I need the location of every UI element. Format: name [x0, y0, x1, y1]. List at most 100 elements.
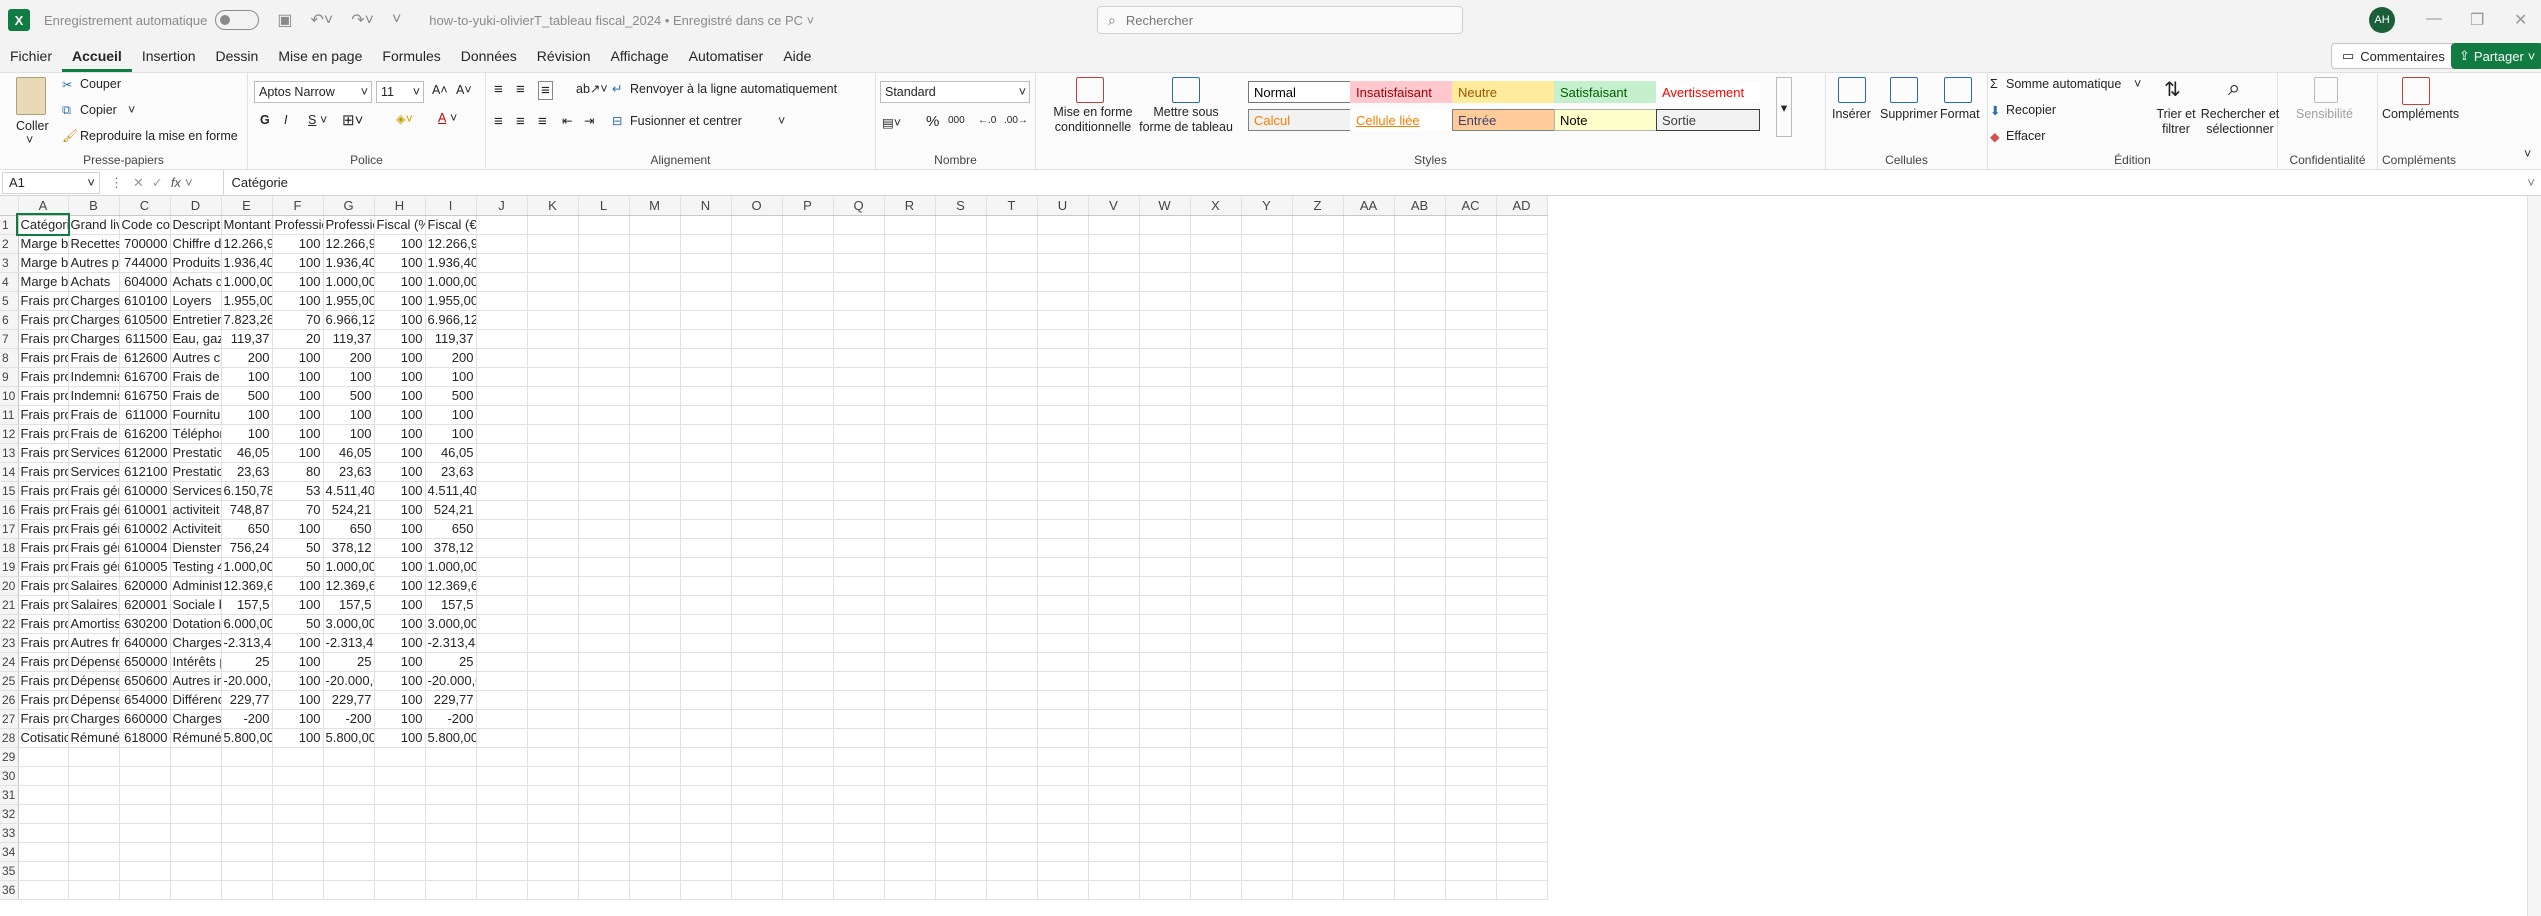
cell[interactable] [680, 386, 732, 406]
cell[interactable] [1139, 633, 1191, 653]
cell[interactable] [782, 386, 834, 406]
cell[interactable] [578, 481, 630, 501]
cell[interactable] [782, 329, 834, 349]
cell[interactable] [476, 386, 528, 406]
cell[interactable] [1496, 804, 1548, 824]
cell[interactable] [1190, 405, 1242, 425]
cell[interactable] [629, 215, 681, 235]
autosum-button[interactable]: Somme automatique [2006, 77, 2121, 91]
cell[interactable] [1445, 690, 1497, 710]
cell[interactable]: 6.000,00 [221, 614, 273, 634]
cell[interactable]: Différences d [170, 690, 222, 710]
cell[interactable]: 500 [323, 386, 375, 406]
cell[interactable] [476, 595, 528, 615]
cell[interactable] [527, 823, 579, 843]
cell[interactable] [782, 785, 834, 805]
cell[interactable] [1037, 614, 1089, 634]
cell[interactable] [935, 367, 987, 387]
cell[interactable] [680, 823, 732, 843]
cell[interactable]: 3.000,00 [425, 614, 477, 634]
cell[interactable]: 100 [374, 443, 426, 463]
cell[interactable] [731, 747, 783, 767]
cell[interactable] [1139, 652, 1191, 672]
cell[interactable] [1088, 595, 1140, 615]
cell[interactable]: 23,63 [425, 462, 477, 482]
cell[interactable]: Rémunératio [170, 728, 222, 748]
cell[interactable] [476, 804, 528, 824]
cell[interactable] [1088, 652, 1140, 672]
cell[interactable] [935, 880, 987, 900]
cell[interactable] [833, 519, 885, 539]
cell[interactable] [1190, 386, 1242, 406]
tab-dessin[interactable]: Dessin [206, 40, 269, 72]
cell[interactable] [1037, 519, 1089, 539]
cut-button[interactable]: Couper [80, 77, 121, 91]
cell[interactable] [1088, 443, 1140, 463]
cell[interactable] [1445, 386, 1497, 406]
cell[interactable]: 610004 [119, 538, 171, 558]
cell[interactable]: Testing 4 [170, 557, 222, 577]
cell[interactable]: 100 [323, 367, 375, 387]
cell[interactable] [1241, 861, 1293, 881]
cell[interactable] [884, 291, 936, 311]
cell[interactable]: Catégorie [16, 213, 70, 236]
cell[interactable]: Prestations s [170, 443, 222, 463]
cell[interactable]: 100 [221, 424, 273, 444]
cell[interactable] [986, 690, 1038, 710]
cell[interactable] [1088, 557, 1140, 577]
cell[interactable] [476, 443, 528, 463]
cell[interactable] [1190, 348, 1242, 368]
cell[interactable] [935, 557, 987, 577]
cell[interactable] [986, 652, 1038, 672]
cell[interactable]: Loyers [170, 291, 222, 311]
cell[interactable] [935, 462, 987, 482]
cell[interactable] [629, 424, 681, 444]
cell[interactable] [731, 671, 783, 691]
cell[interactable] [476, 538, 528, 558]
cell[interactable]: 1.955,00 [425, 291, 477, 311]
cell[interactable] [527, 804, 579, 824]
cell[interactable] [527, 690, 579, 710]
cell[interactable] [1241, 709, 1293, 729]
cell[interactable] [1037, 747, 1089, 767]
cell[interactable]: 7.823,26 [221, 310, 273, 330]
cell[interactable] [986, 804, 1038, 824]
fill-button[interactable]: Recopier [2006, 103, 2056, 117]
cell[interactable] [578, 253, 630, 273]
cell[interactable]: 229,77 [323, 690, 375, 710]
insert-button[interactable]: Insérer [1832, 107, 1871, 121]
cell[interactable]: Services [68, 462, 120, 482]
cell[interactable]: -200 [425, 709, 477, 729]
cell[interactable] [1343, 576, 1395, 596]
cell[interactable] [629, 595, 681, 615]
cell[interactable]: Frais profess [18, 443, 69, 463]
cell[interactable]: Frais profess [18, 519, 69, 539]
cell[interactable] [1496, 614, 1548, 634]
cell[interactable] [1496, 842, 1548, 862]
cell[interactable] [935, 671, 987, 691]
cell[interactable]: 100 [374, 386, 426, 406]
cell[interactable] [884, 481, 936, 501]
cell[interactable] [221, 880, 273, 900]
cell[interactable]: Indemnisatic [68, 386, 120, 406]
cell[interactable] [1445, 880, 1497, 900]
cell[interactable] [1037, 633, 1089, 653]
cell[interactable] [782, 367, 834, 387]
row-header[interactable]: 23 [0, 633, 19, 653]
cell[interactable] [527, 310, 579, 330]
cell[interactable] [1088, 671, 1140, 691]
cell[interactable] [476, 310, 528, 330]
cell[interactable]: 611000 [119, 405, 171, 425]
cell[interactable] [731, 348, 783, 368]
cell[interactable] [1343, 842, 1395, 862]
cell[interactable] [1343, 880, 1395, 900]
style-avertissement[interactable]: Avertissement [1656, 81, 1760, 103]
cell[interactable] [1139, 291, 1191, 311]
cell[interactable] [1445, 367, 1497, 387]
cell[interactable] [833, 652, 885, 672]
cell[interactable] [884, 595, 936, 615]
cell[interactable] [629, 880, 681, 900]
cell[interactable]: 100 [374, 310, 426, 330]
chevron-down-icon[interactable]: ˅ [128, 103, 135, 117]
cell[interactable] [476, 671, 528, 691]
